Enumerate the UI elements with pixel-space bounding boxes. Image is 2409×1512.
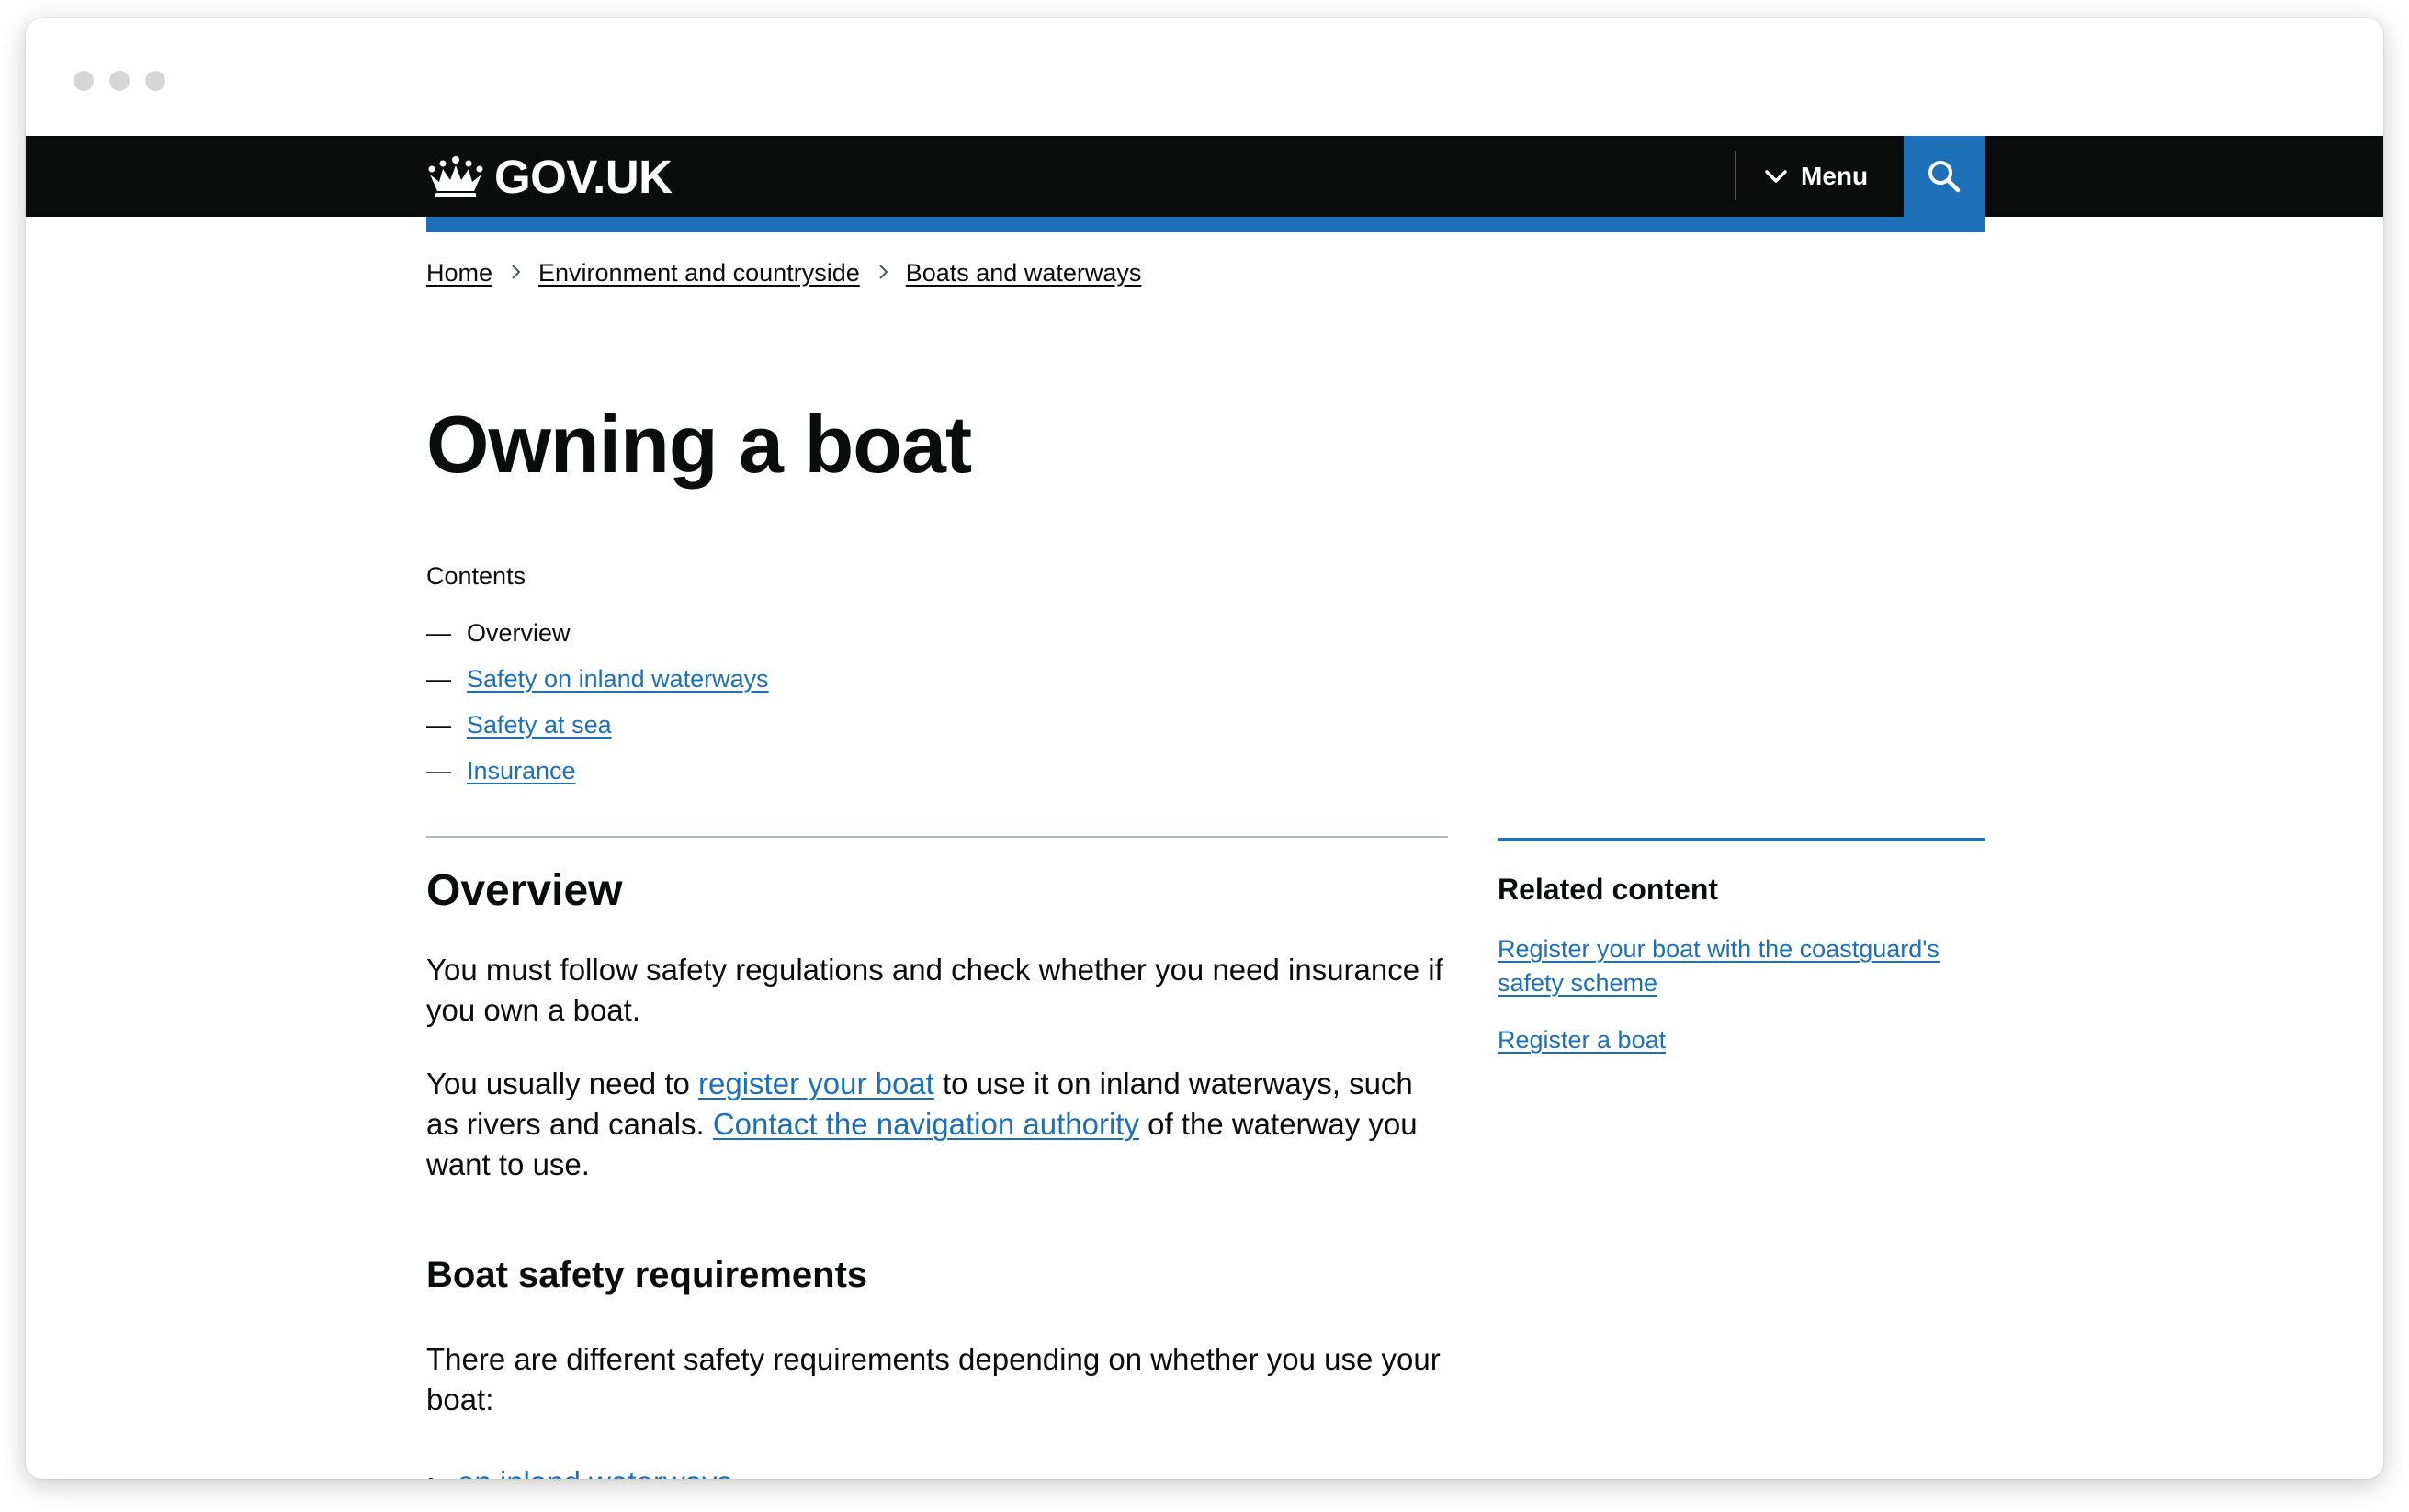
related-content-title: Related content xyxy=(1498,873,1719,906)
contents-item-sea: — Safety at sea xyxy=(426,702,769,748)
contents-link-inland[interactable]: Safety on inland waterways xyxy=(467,665,769,694)
contents-current-label: Overview xyxy=(467,618,571,647)
related-link-register-boat[interactable]: Register a boat xyxy=(1498,1026,1666,1054)
dash: — xyxy=(426,618,451,647)
safety-paragraph: There are different safety requirements … xyxy=(426,1342,1441,1416)
menu-label: Menu xyxy=(1801,162,1869,190)
para2-text-before: You usually need to xyxy=(426,1066,699,1100)
govuk-header: GOV.UK Menu xyxy=(26,136,2383,217)
chevron-down-icon xyxy=(1765,170,1787,183)
contents-item-insurance: — Insurance xyxy=(426,748,769,794)
related-links-list: Register your boat with the coastguard's… xyxy=(1498,932,1985,1057)
breadcrumb-boats[interactable]: Boats and waterways xyxy=(906,259,1142,288)
register-your-boat-link[interactable]: register your boat xyxy=(698,1066,934,1100)
logo-text: GOV.UK xyxy=(494,150,673,203)
chevron-right-icon xyxy=(511,259,522,288)
list-item: Register a boat xyxy=(1498,1023,1985,1057)
related-link-coastguard[interactable]: Register your boat with the coastguard's… xyxy=(1498,935,1940,997)
page-title: Owning a boat xyxy=(426,399,972,490)
window-titlebar xyxy=(26,18,2383,136)
search-button[interactable] xyxy=(1904,136,1985,217)
overview-heading: Overview xyxy=(426,866,623,915)
contact-navigation-authority-link[interactable]: Contact the navigation authority xyxy=(713,1107,1139,1141)
dash: — xyxy=(426,664,451,693)
contents-item-overview: — Overview xyxy=(426,610,769,656)
contents-link-sea[interactable]: Safety at sea xyxy=(467,711,612,739)
list-item: Register your boat with the coastguard's… xyxy=(1498,932,1985,1000)
header-blue-stripe xyxy=(426,217,1985,232)
section-divider xyxy=(426,836,1448,838)
breadcrumb-home[interactable]: Home xyxy=(426,259,492,288)
browser-window: GOV.UK Menu Home Environment and country… xyxy=(26,18,2383,1479)
breadcrumb: Home Environment and countryside Boats a… xyxy=(426,259,1141,288)
window-maximize-dot[interactable] xyxy=(145,71,165,91)
menu-button[interactable]: Menu xyxy=(1764,136,1868,217)
menu-divider xyxy=(1735,151,1736,200)
window-close-dot[interactable] xyxy=(74,71,94,91)
breadcrumb-environment[interactable]: Environment and countryside xyxy=(538,259,860,288)
inland-waterways-link[interactable]: on inland waterways xyxy=(458,1462,732,1479)
list-item: on inland waterways xyxy=(426,1462,732,1479)
chevron-right-icon xyxy=(878,259,889,288)
contents-link-insurance[interactable]: Insurance xyxy=(467,757,576,785)
dash: — xyxy=(426,710,451,739)
window-minimize-dot[interactable] xyxy=(109,71,130,91)
govuk-logo-link[interactable]: GOV.UK xyxy=(426,136,673,217)
contents-item-inland: — Safety on inland waterways xyxy=(426,656,769,702)
safety-heading: Boat safety requirements xyxy=(426,1255,868,1295)
safety-bullet-list: on inland waterways xyxy=(426,1462,732,1479)
overview-paragraph-1: You must follow safety regulations and c… xyxy=(426,953,1443,1027)
contents-list: — Overview — Safety on inland waterways … xyxy=(426,610,769,794)
contents-label: Contents xyxy=(426,562,526,590)
related-content-panel: Related content Register your boat with … xyxy=(1498,838,1985,1080)
overview-paragraph-2: You usually need to register your boat t… xyxy=(426,1064,1448,1185)
crown-icon xyxy=(428,156,483,197)
search-icon xyxy=(1928,161,1961,193)
dash: — xyxy=(426,756,451,784)
bullet-dot xyxy=(426,1478,435,1479)
